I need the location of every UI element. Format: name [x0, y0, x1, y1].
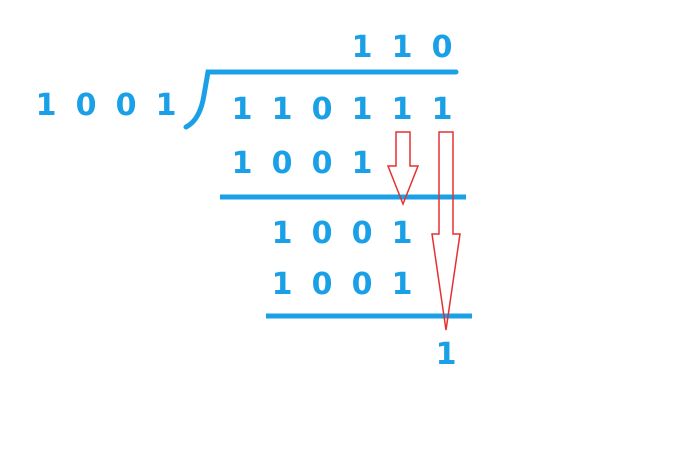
- bring-down-arrow-icon: [431, 131, 461, 331]
- long-division-diagram: 1 1 0 1 0 0 1 1 1 0 1 1 1 1 0 0 1 1 0 0 …: [0, 0, 684, 462]
- division-lines: [183, 69, 472, 331]
- bring-down-arrow-icon: [386, 131, 420, 207]
- division-bracket: [183, 69, 459, 130]
